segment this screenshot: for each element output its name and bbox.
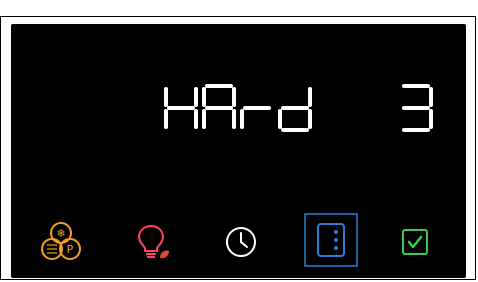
confirm-icon[interactable] xyxy=(393,220,437,264)
mode-glyph-2 xyxy=(202,84,236,129)
menu-icon[interactable] xyxy=(303,212,359,268)
mode-glyph-3 xyxy=(240,106,271,129)
mode-glyph-4 xyxy=(278,87,312,132)
functions-icon[interactable]: ❄ P xyxy=(39,220,83,264)
light-eco-icon[interactable] xyxy=(129,220,173,264)
device-frame: HArd 3 ❄ P xyxy=(0,16,476,280)
level-glyph-1 xyxy=(402,84,433,132)
control-panel-screen: HArd 3 ❄ P xyxy=(11,24,466,278)
svg-text:P: P xyxy=(67,243,74,256)
clock-icon[interactable] xyxy=(219,220,263,264)
svg-text:❄: ❄ xyxy=(56,227,65,240)
mode-glyph-1 xyxy=(164,87,198,129)
